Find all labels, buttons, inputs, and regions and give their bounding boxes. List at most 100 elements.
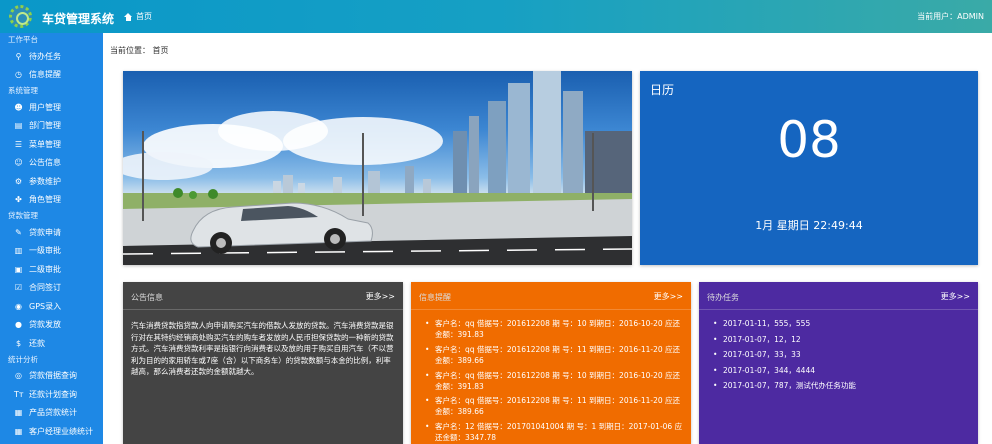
sidebar-item-todo-tasks[interactable]: ⚲ 待办任务 xyxy=(0,47,103,66)
sidebar-item-label: 一级审批 xyxy=(29,246,61,256)
banner-illustration xyxy=(123,71,632,265)
sidebar-item-department-management[interactable]: ▤ 部门管理 xyxy=(0,117,103,136)
list-item[interactable]: 2017-01-07，33，33 xyxy=(713,349,856,360)
sidebar-item-manager-performance-stats[interactable]: ▦ 客户经理业绩统计 xyxy=(0,422,103,441)
sidebar-item-repayment-plan-query[interactable]: Tт 还款计划查询 xyxy=(0,385,103,404)
sidebar-item-label: GPS录入 xyxy=(29,301,62,311)
list-item[interactable]: 客户名：qq 借据号：201612208 期 号：11 到期日：2016-11-… xyxy=(425,344,687,366)
sidebar-item-label: 角色管理 xyxy=(29,195,61,205)
location-icon: ◉ xyxy=(15,301,22,311)
table-icon: ▦ xyxy=(14,426,23,436)
calendar-card: 日历 08 1月 星期日 22:49:44 xyxy=(640,71,978,265)
list-icon: ☰ xyxy=(14,139,23,149)
sidebar-item-gps-entry[interactable]: ◉ GPS录入 xyxy=(0,297,103,316)
todo-panel: 待办任务 更多>> 2017-01-11，555，555 2017-01-07，… xyxy=(699,282,978,444)
sidebar-item-label: 用户管理 xyxy=(29,102,61,112)
building-icon: ▤ xyxy=(14,121,23,131)
dollar-icon: $ xyxy=(15,338,22,348)
sidebar-item-menu-management[interactable]: ☰ 菜单管理 xyxy=(0,135,103,154)
list-item[interactable]: 客户名：qq 借据号：201612208 期 号：10 到期日：2016-10-… xyxy=(425,318,687,340)
sidebar-item-info-reminder[interactable]: ◷ 信息提醒 xyxy=(0,66,103,85)
sidebar-item-notice-info[interactable]: ☺ 公告信息 xyxy=(0,154,103,173)
notice-more-link[interactable]: 更多>> xyxy=(366,291,395,302)
sidebar-item-label: 公告信息 xyxy=(29,158,61,168)
main-content: 当前位置： 首页 日历 08 1月 星期日 22:49:44 公告信息 更多>>… xyxy=(103,33,992,444)
sidebar-item-label: 菜单管理 xyxy=(29,139,61,149)
gear-icon: ⚙ xyxy=(14,176,23,186)
pencil-icon: ✎ xyxy=(15,227,22,237)
sidebar-item-second-approval[interactable]: ▣ 二级审批 xyxy=(0,260,103,279)
app-title: 车贷管理系统 xyxy=(42,12,115,26)
bicycle-icon: ⚲ xyxy=(15,51,22,61)
calendar-date-time: 1月 星期日 22:49:44 xyxy=(755,219,863,232)
sidebar-item-label: 贷款申请 xyxy=(29,227,61,237)
book-icon: ▥ xyxy=(14,246,23,256)
list-item[interactable]: 客户名：qq 借据号：201612208 期 号：11 到期日：2016-11-… xyxy=(425,395,687,417)
calendar-title: 日历 xyxy=(650,83,675,97)
sidebar-item-loan-application[interactable]: ✎ 贷款申请 xyxy=(0,223,103,242)
calendar-day: 08 xyxy=(777,111,841,169)
sidebar-item-product-loan-stats[interactable]: ▦ 产品贷款统计 xyxy=(0,404,103,423)
todo-panel-header: 待办任务 更多>> xyxy=(699,282,978,310)
sidebar-item-user-management[interactable]: ☻ 用户管理 xyxy=(0,98,103,117)
target-icon: ◎ xyxy=(15,371,22,381)
sidebar-item-label: 部门管理 xyxy=(29,121,61,131)
sidebar-item-role-management[interactable]: ✤ 角色管理 xyxy=(0,191,103,210)
check-square-icon: ☑ xyxy=(14,283,23,293)
coin-icon: ● xyxy=(15,320,22,330)
sidebar-item-parameter-maintenance[interactable]: ⚙ 参数维护 xyxy=(0,172,103,191)
sidebar-item-label: 信息提醒 xyxy=(29,70,61,80)
sidebar-group-title: 工作平台 xyxy=(8,35,38,44)
sidebar-item-label: 贷款借据查询 xyxy=(29,371,77,381)
sidebar: 工作平台 ⚲ 待办任务 ◷ 信息提醒 系统管理 ☻ 用户管理 ▤ 部门管理 ☰ 菜单管理 … xyxy=(0,33,103,444)
alert-list: 客户名：qq 借据号：201612208 期 号：10 到期日：2016-10-… xyxy=(425,318,687,444)
grid-icon: ▦ xyxy=(14,408,23,418)
todo-list: 2017-01-11，555，555 2017-01-07，12，12 2017… xyxy=(713,318,856,396)
sidebar-item-label: 客户经理业绩统计 xyxy=(29,426,93,436)
puzzle-icon: ✤ xyxy=(15,195,22,205)
notice-panel: 公告信息 更多>> 汽车消费贷款指贷款人向申请购买汽车的借款人发放的贷款。汽车消… xyxy=(123,282,403,444)
sidebar-item-contract-signing[interactable]: ☑ 合同签订 xyxy=(0,279,103,298)
sidebar-group-title: 统计分析 xyxy=(8,354,38,364)
sidebar-item-loan-disbursement[interactable]: ● 贷款发放 xyxy=(0,316,103,335)
image-icon: ▣ xyxy=(14,264,23,274)
sidebar-item-label: 二级审批 xyxy=(29,264,61,274)
sidebar-item-label: 贷款发放 xyxy=(29,320,61,330)
alert-panel-header: 信息提醒 更多>> xyxy=(411,282,691,310)
user-plus-icon: ☺ xyxy=(14,158,23,168)
todo-more-link[interactable]: 更多>> xyxy=(941,291,970,302)
sidebar-item-label: 产品贷款统计 xyxy=(29,408,77,418)
list-item[interactable]: 2017-01-11，555，555 xyxy=(713,318,856,329)
users-icon: ☻ xyxy=(14,102,23,112)
todo-panel-title: 待办任务 xyxy=(707,293,739,302)
sidebar-item-label: 参数维护 xyxy=(29,176,61,186)
alert-more-link[interactable]: 更多>> xyxy=(654,291,683,302)
app-logo xyxy=(9,5,32,28)
home-label: 首页 xyxy=(136,12,152,21)
alarm-clock-icon: ◷ xyxy=(15,70,22,80)
notice-panel-title: 公告信息 xyxy=(131,293,163,302)
notice-text: 汽车消费贷款指贷款人向申请购买汽车的借款人发放的贷款。汽车消费贷款是银行对在其特… xyxy=(131,321,394,376)
text-height-icon: Tт xyxy=(14,389,24,399)
sidebar-group-title: 贷款管理 xyxy=(8,211,38,220)
alert-panel: 信息提醒 更多>> 客户名：qq 借据号：201612208 期 号：10 到期… xyxy=(411,282,691,444)
list-item[interactable]: 2017-01-07，787，测试代办任务功能 xyxy=(713,380,856,391)
alert-panel-title: 信息提醒 xyxy=(419,293,451,302)
sidebar-item-loan-receipt-query[interactable]: ◎ 贷款借据查询 xyxy=(0,367,103,386)
home-link[interactable]: 首页 xyxy=(124,11,152,22)
sidebar-item-label: 还款计划查询 xyxy=(29,389,77,399)
breadcrumb: 当前位置： 首页 xyxy=(110,46,169,55)
list-item[interactable]: 客户名：qq 借据号：201612208 期 号：10 到期日：2016-10-… xyxy=(425,370,687,392)
sidebar-item-label: 还款 xyxy=(29,338,45,348)
sidebar-item-repayment[interactable]: $ 还款 xyxy=(0,334,103,353)
top-header: 车贷管理系统 首页 当前用户：ADMIN xyxy=(0,0,992,33)
list-item[interactable]: 2017-01-07，344，4444 xyxy=(713,365,856,376)
list-item[interactable]: 2017-01-07，12，12 xyxy=(713,334,856,345)
banner-image xyxy=(123,71,632,265)
sidebar-group-title: 系统管理 xyxy=(8,86,38,95)
sidebar-item-first-approval[interactable]: ▥ 一级审批 xyxy=(0,242,103,261)
home-icon xyxy=(124,12,133,21)
list-item[interactable]: 客户名：12 借据号：201701041004 期 号：1 到期日：2017-0… xyxy=(425,421,687,443)
sidebar-item-label: 待办任务 xyxy=(29,51,61,61)
notice-panel-header: 公告信息 更多>> xyxy=(123,282,403,310)
